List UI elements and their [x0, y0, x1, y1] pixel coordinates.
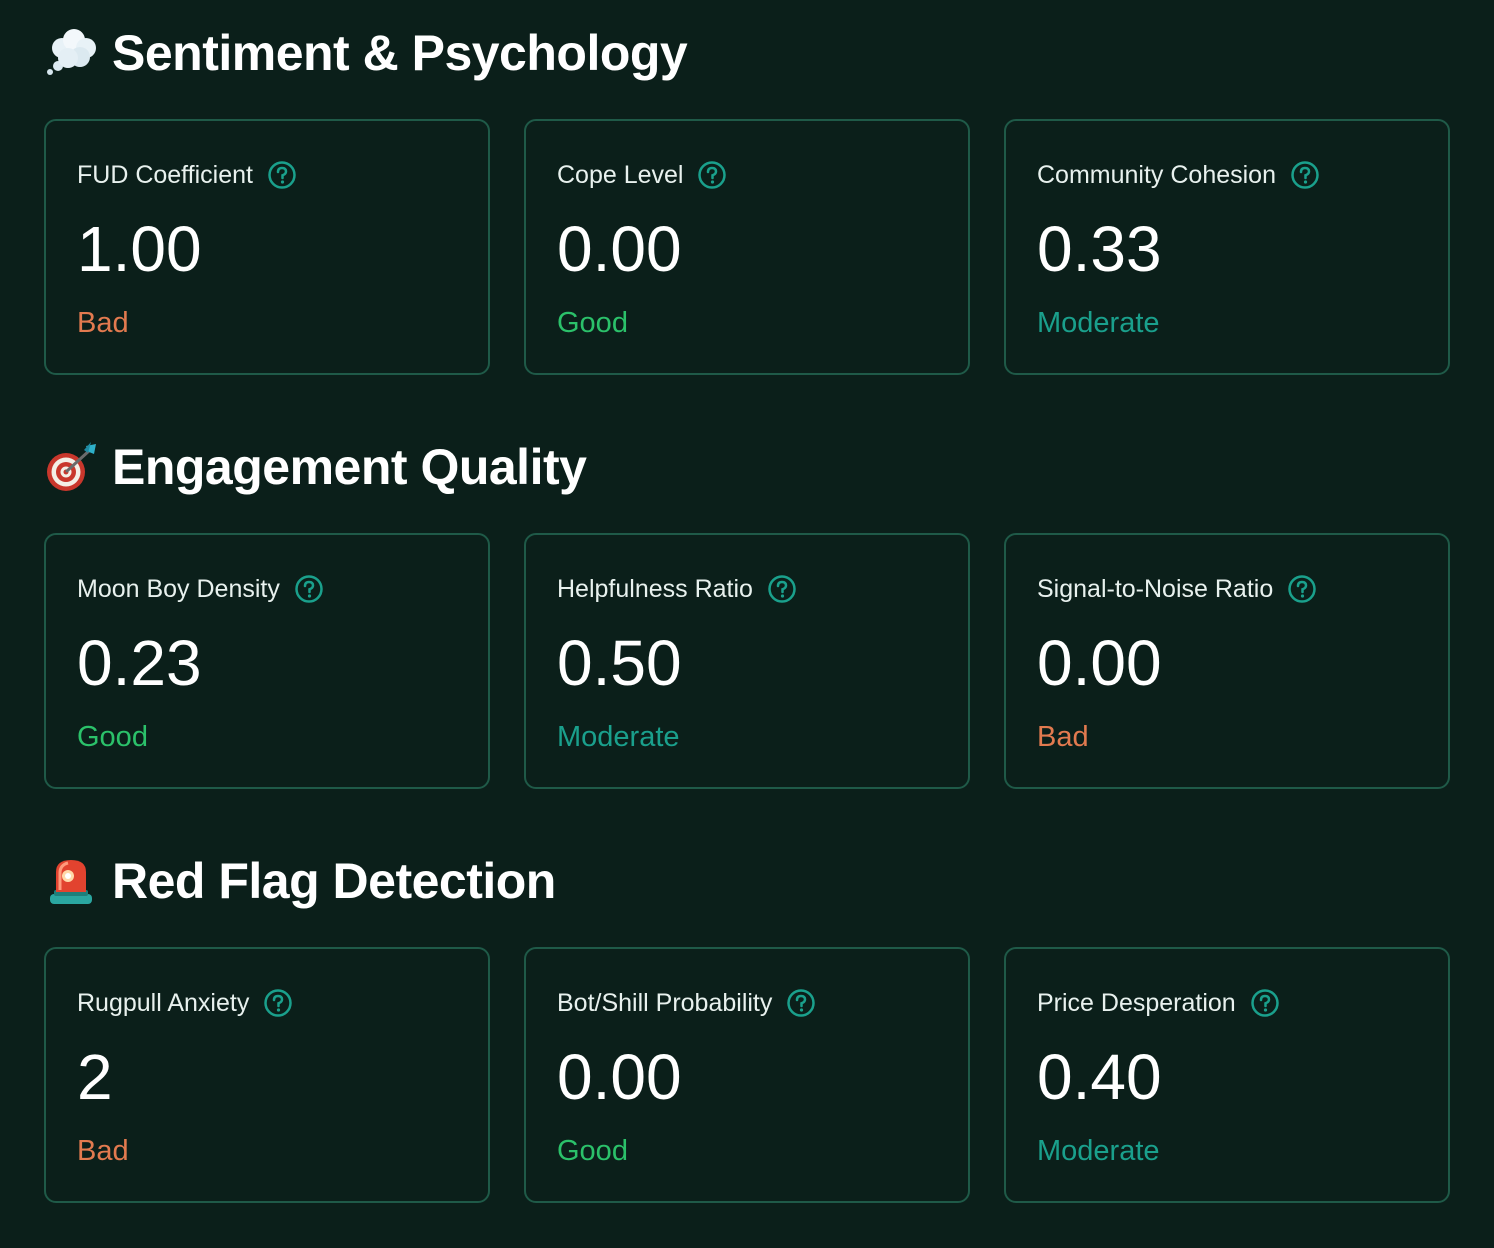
help-circle-icon[interactable]: [294, 574, 324, 604]
metric-card-bot-shill-probability: Bot/Shill Probability 0.00 Good: [524, 947, 970, 1203]
section-header: Engagement Quality: [44, 432, 587, 502]
status-label: Moderate: [1037, 1135, 1160, 1167]
metric-card-moon-boy-density: Moon Boy Density 0.23 Good: [44, 533, 490, 789]
card-label-row: Helpfulness Ratio: [557, 573, 797, 605]
card-label-row: Signal-to-Noise Ratio: [1037, 573, 1317, 605]
card-label: FUD Coefficient: [77, 160, 253, 189]
metric-card-fud-coefficient: FUD Coefficient 1.00 Bad: [44, 119, 490, 375]
card-label: Moon Boy Density: [77, 574, 280, 603]
thought-balloon-icon: [44, 26, 98, 80]
help-circle-icon[interactable]: [786, 988, 816, 1018]
police-siren-icon: [44, 854, 98, 908]
metric-card-community-cohesion: Community Cohesion 0.33 Moderate: [1004, 119, 1450, 375]
card-label-row: FUD Coefficient: [77, 159, 297, 191]
card-value: 1.00: [77, 213, 202, 285]
help-circle-icon[interactable]: [767, 574, 797, 604]
card-label: Community Cohesion: [1037, 160, 1276, 189]
card-label-row: Community Cohesion: [1037, 159, 1320, 191]
card-value: 0.50: [557, 627, 682, 699]
help-circle-icon[interactable]: [263, 988, 293, 1018]
help-circle-icon[interactable]: [1290, 160, 1320, 190]
section-header: Red Flag Detection: [44, 846, 556, 916]
help-circle-icon[interactable]: [1287, 574, 1317, 604]
help-circle-icon[interactable]: [267, 160, 297, 190]
help-circle-icon[interactable]: [1250, 988, 1280, 1018]
card-value: 0.23: [77, 627, 202, 699]
metric-card-rugpull-anxiety: Rugpull Anxiety 2 Bad: [44, 947, 490, 1203]
metric-card-helpfulness-ratio: Helpfulness Ratio 0.50 Moderate: [524, 533, 970, 789]
status-label: Good: [557, 307, 628, 339]
card-value: 0.00: [557, 1041, 682, 1113]
status-label: Bad: [1037, 721, 1089, 753]
metric-card-price-desperation: Price Desperation 0.40 Moderate: [1004, 947, 1450, 1203]
status-label: Bad: [77, 307, 129, 339]
card-value: 2: [77, 1041, 113, 1113]
metric-card-signal-to-noise-ratio: Signal-to-Noise Ratio 0.00 Bad: [1004, 533, 1450, 789]
metric-card-cope-level: Cope Level 0.00 Good: [524, 119, 970, 375]
section-title: Sentiment & Psychology: [112, 25, 688, 81]
section-title: Red Flag Detection: [112, 853, 556, 909]
card-label-row: Price Desperation: [1037, 987, 1280, 1019]
card-label: Rugpull Anxiety: [77, 988, 250, 1017]
help-circle-icon[interactable]: [697, 160, 727, 190]
section-title: Engagement Quality: [112, 439, 587, 495]
card-label-row: Bot/Shill Probability: [557, 987, 816, 1019]
card-label: Cope Level: [557, 160, 684, 189]
bullseye-dart-icon: [44, 440, 98, 494]
card-value: 0.40: [1037, 1041, 1162, 1113]
card-label: Bot/Shill Probability: [557, 988, 773, 1017]
card-label: Helpfulness Ratio: [557, 574, 753, 603]
status-label: Moderate: [557, 721, 680, 753]
status-label: Bad: [77, 1135, 129, 1167]
section-header: Sentiment & Psychology: [44, 18, 688, 88]
card-label-row: Rugpull Anxiety: [77, 987, 293, 1019]
status-label: Good: [77, 721, 148, 753]
card-label-row: Moon Boy Density: [77, 573, 324, 605]
card-value: 0.00: [1037, 627, 1162, 699]
status-label: Good: [557, 1135, 628, 1167]
card-value: 0.00: [557, 213, 682, 285]
card-label: Signal-to-Noise Ratio: [1037, 574, 1274, 603]
card-label-row: Cope Level: [557, 159, 727, 191]
status-label: Moderate: [1037, 307, 1160, 339]
card-value: 0.33: [1037, 213, 1162, 285]
card-label: Price Desperation: [1037, 988, 1236, 1017]
